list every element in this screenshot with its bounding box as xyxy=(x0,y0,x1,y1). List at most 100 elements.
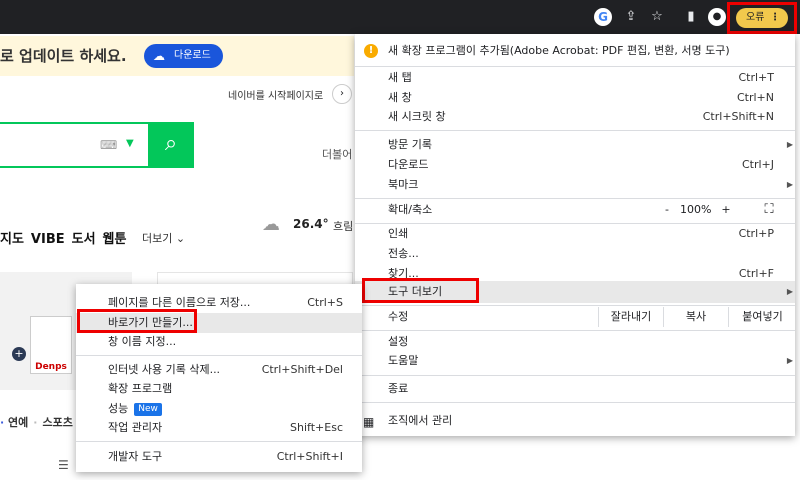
keyboard-icon[interactable]: ⌨ xyxy=(100,138,117,152)
menu-item-incognito[interactable]: 새 시크릿 창 Ctrl+Shift+N xyxy=(355,107,795,127)
menu-item-history[interactable]: 방문 기록 ▶ xyxy=(355,135,795,155)
menu-item-downloads[interactable]: 다운로드 Ctrl+J xyxy=(355,155,795,175)
list-icon[interactable]: ☰ xyxy=(58,458,69,472)
search-button[interactable]: ⌕ xyxy=(148,122,194,168)
side-panel-icon[interactable]: ▮ xyxy=(682,8,700,26)
zoom-value: 100% xyxy=(680,203,712,216)
bookmark-star-icon[interactable]: ☆ xyxy=(648,8,666,26)
menu-item-shortcut: Ctrl+Shift+N xyxy=(702,110,774,123)
menu-item-label: 성능 xyxy=(108,402,129,415)
menu-item-shortcut: Shift+Esc xyxy=(290,421,343,434)
tab-entertainment[interactable]: 연예 xyxy=(8,416,28,429)
paste-button[interactable]: 붙여넣기 xyxy=(728,307,796,327)
menu-item-shortcut: Ctrl+Shift+Del xyxy=(261,363,343,376)
zoom-in-button[interactable]: + xyxy=(719,200,733,220)
menu-item-managed[interactable]: ▦ 조직에서 관리 xyxy=(355,411,795,431)
menu-item-shortcut: Ctrl+T xyxy=(738,71,774,84)
news-tabs: · 연예 · 스포츠 xyxy=(0,416,73,429)
menu-item-label: 새 탭 xyxy=(388,71,412,84)
google-icon[interactable]: G xyxy=(594,8,612,26)
menu-item-new-tab[interactable]: 새 탭 Ctrl+T xyxy=(355,68,795,88)
chevron-right-icon: ▶ xyxy=(786,287,793,296)
fullscreen-icon[interactable]: ⛶ xyxy=(761,200,777,220)
submenu-item-clear-history[interactable]: 인터넷 사용 기록 삭제... Ctrl+Shift+Del xyxy=(76,360,362,380)
nav-item-webtoon[interactable]: 웹툰 xyxy=(103,232,127,247)
highlight-create-shortcut xyxy=(77,309,197,333)
menu-item-label: 방문 기록 xyxy=(388,138,432,151)
tab-prefix: · xyxy=(0,416,5,429)
menu-item-label: 전송... xyxy=(388,247,419,260)
menu-item-cast[interactable]: 전송... xyxy=(355,244,795,264)
menu-item-label: 도움말 xyxy=(388,354,419,367)
menu-item-label: 북마크 xyxy=(388,178,419,191)
menu-item-shortcut: Ctrl+J xyxy=(741,158,774,171)
menu-item-label: 새 창 xyxy=(388,91,412,104)
banner-text: 로 업데이트 하세요. xyxy=(0,47,127,65)
extension-notice[interactable]: ! 새 확장 프로그램이 추가됨(Adobe Acrobat: PDF 편집, … xyxy=(355,38,795,64)
menu-item-help[interactable]: 도움말 ▶ xyxy=(355,351,795,371)
download-label: 다운로드 xyxy=(174,50,211,61)
browser-toolbar: G ⇪ ☆ ▮ ● 오류 ⋮ xyxy=(0,0,800,34)
startpage-link[interactable]: 네이버를 시작페이지로 xyxy=(228,87,323,102)
menu-item-label: 다운로드 xyxy=(388,158,429,171)
chevron-right-icon: ▶ xyxy=(786,140,793,149)
chrome-main-menu: ! 새 확장 프로그램이 추가됨(Adobe Acrobat: PDF 편집, … xyxy=(355,34,795,436)
menu-item-label: 새 시크릿 창 xyxy=(388,110,446,123)
cut-button[interactable]: 잘라내기 xyxy=(598,307,663,327)
tab-sports[interactable]: 스포츠 xyxy=(42,416,72,429)
chevron-right-icon[interactable]: › xyxy=(332,84,352,104)
submenu-item-performance[interactable]: 성능 New xyxy=(76,399,362,419)
menu-item-label: 작업 관리자 xyxy=(108,421,163,434)
cloud-icon: ☁ xyxy=(262,214,280,235)
menu-item-label: 개발자 도구 xyxy=(108,450,163,463)
nav-item-vibe[interactable]: VIBE xyxy=(31,232,65,247)
menu-item-shortcut: Ctrl+S xyxy=(307,296,343,309)
weather-label: 흐림 xyxy=(333,220,354,233)
menu-item-edit: 수정 잘라내기 복사 붙여넣기 xyxy=(355,307,795,327)
plus-icon[interactable]: + xyxy=(12,347,26,361)
menu-item-shortcut: Ctrl+N xyxy=(736,91,774,104)
menu-item-label: 종료 xyxy=(388,382,409,395)
zoom-label: 확대/축소 xyxy=(388,203,433,216)
menu-item-print[interactable]: 인쇄 Ctrl+P xyxy=(355,224,795,244)
copy-button[interactable]: 복사 xyxy=(663,307,728,327)
more-link[interactable]: 더볼어 xyxy=(322,146,352,162)
menu-item-new-window[interactable]: 새 창 Ctrl+N xyxy=(355,88,795,108)
submenu-item-task-manager[interactable]: 작업 관리자 Shift+Esc xyxy=(76,418,362,438)
chevron-right-icon: ▶ xyxy=(786,180,793,189)
submenu-item-developer-tools[interactable]: 개발자 도구 Ctrl+Shift+I xyxy=(76,447,362,467)
highlight-more-tools xyxy=(362,278,479,303)
menu-item-label: 조직에서 관리 xyxy=(388,414,453,427)
nav-item-books[interactable]: 도서 xyxy=(72,232,96,247)
warning-icon: ! xyxy=(364,44,378,58)
download-icon: ☁ xyxy=(153,49,165,63)
caret-down-icon[interactable]: ▼ xyxy=(126,138,134,149)
shopping-bag-image: Denps xyxy=(30,316,72,374)
menu-item-label: 설정 xyxy=(388,335,409,348)
submenu-item-name-window[interactable]: 창 이름 지정... xyxy=(76,332,362,352)
submenu-item-extensions[interactable]: 확장 프로그램 xyxy=(76,379,362,399)
menu-item-exit[interactable]: 종료 xyxy=(355,379,795,399)
chevron-right-icon: ▶ xyxy=(786,356,793,365)
menu-item-label: 확장 프로그램 xyxy=(108,382,173,395)
zoom-out-button[interactable]: - xyxy=(660,200,674,220)
edit-label: 수정 xyxy=(388,310,409,323)
download-button[interactable]: ☁ 다운로드 xyxy=(144,44,223,68)
menu-item-label: 인터넷 사용 기록 삭제... xyxy=(108,363,221,376)
weather-temperature: 26.4° xyxy=(293,217,329,231)
menu-item-label: 인쇄 xyxy=(388,227,409,240)
share-icon[interactable]: ⇪ xyxy=(622,8,640,26)
new-badge: New xyxy=(134,403,162,416)
nav-item-map[interactable]: 지도 xyxy=(0,232,24,247)
menu-item-label: 창 이름 지정... xyxy=(108,335,177,348)
building-icon: ▦ xyxy=(363,415,375,429)
highlight-error-button xyxy=(727,2,797,34)
nav-more-button[interactable]: 더보기 ⌄ xyxy=(142,230,185,246)
menu-item-zoom: 확대/축소 - 100% + ⛶ xyxy=(355,200,795,220)
menu-item-bookmarks[interactable]: 북마크 ▶ xyxy=(355,175,795,195)
profile-icon[interactable]: ● xyxy=(708,8,726,26)
menu-item-shortcut: Ctrl+P xyxy=(738,227,774,240)
menu-item-settings[interactable]: 설정 xyxy=(355,332,795,352)
menu-item-shortcut: Ctrl+Shift+I xyxy=(276,450,343,463)
service-nav: 지도 VIBE 도서 웹툰 xyxy=(0,228,133,247)
